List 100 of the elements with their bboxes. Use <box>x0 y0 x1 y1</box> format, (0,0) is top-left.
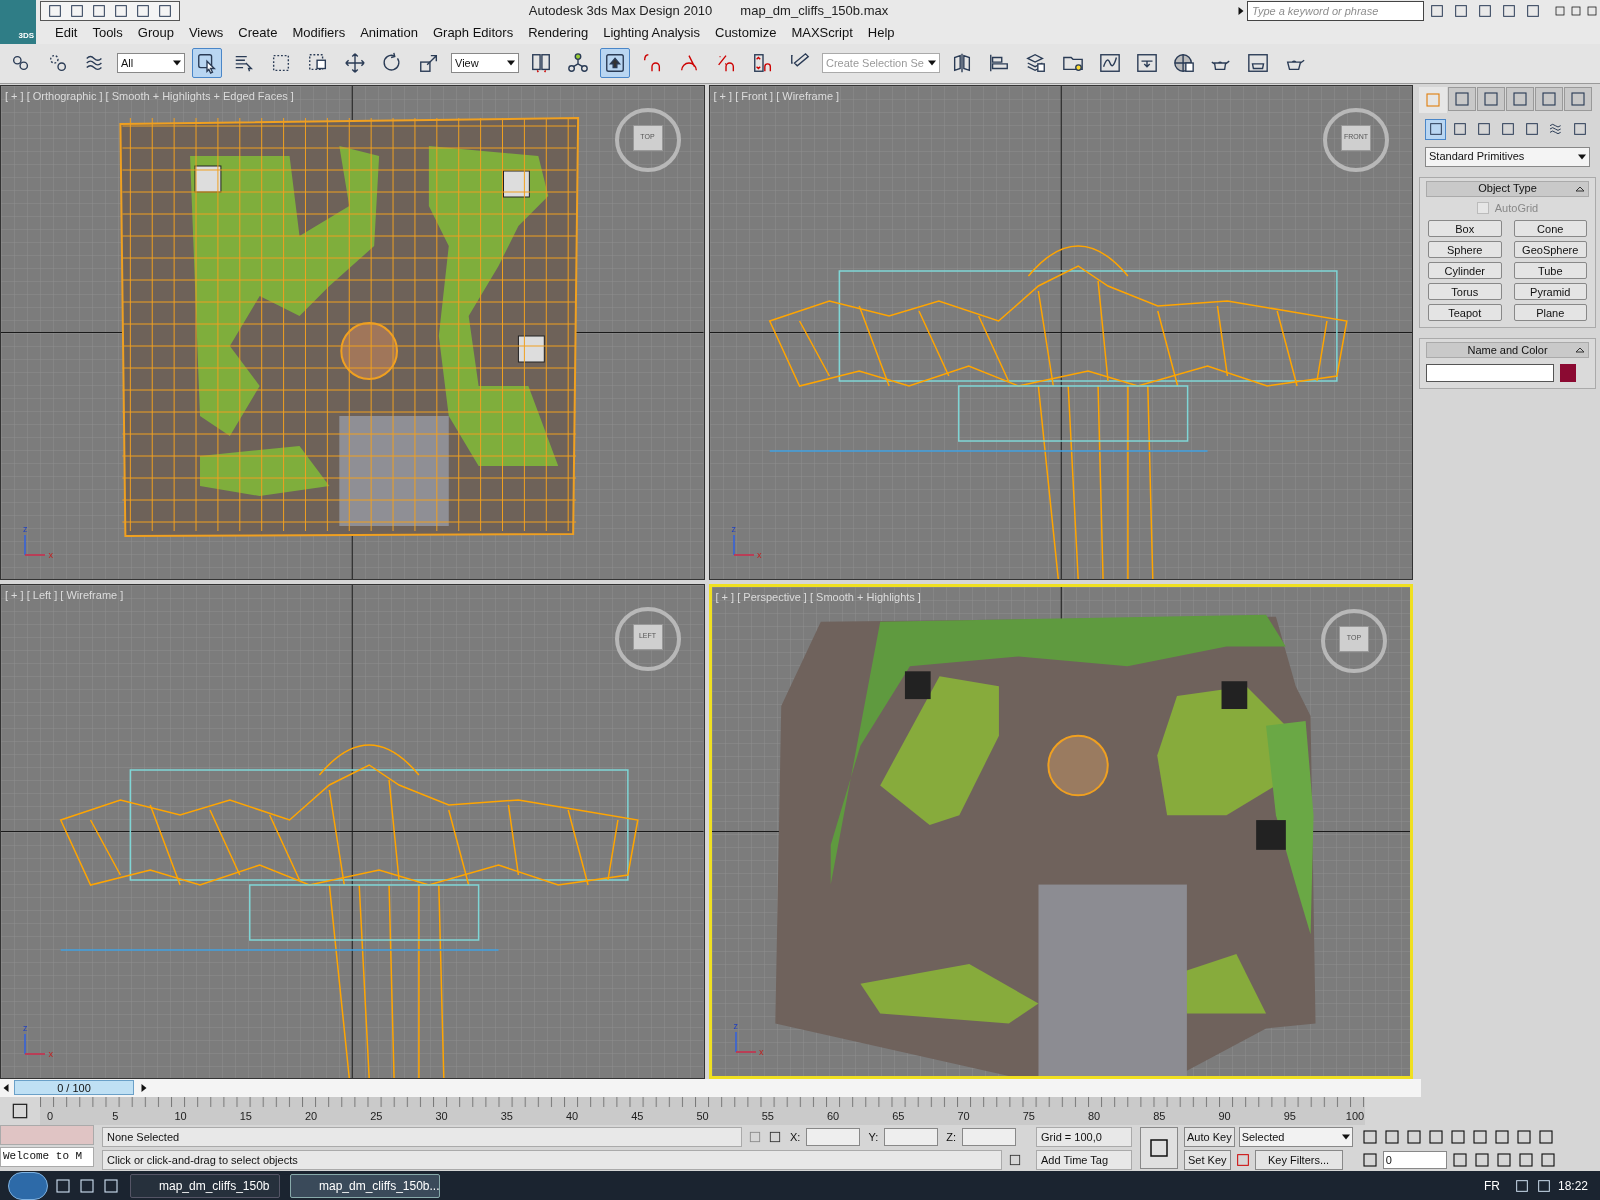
caret-icon[interactable] <box>173 59 181 68</box>
coordinate-field[interactable] <box>806 1128 861 1147</box>
dropdown-value: View <box>455 55 479 71</box>
primitive-button[interactable]: Box <box>1428 220 1502 238</box>
menu-item[interactable]: Group <box>130 23 181 43</box>
node-icon <box>567 52 589 75</box>
maxscript-output[interactable]: Welcome to M <box>0 1147 94 1168</box>
primitive-button[interactable]: Torus <box>1428 283 1502 301</box>
frame-number: 30 <box>434 1108 449 1124</box>
menu-item[interactable]: Create <box>231 23 285 43</box>
caret-icon[interactable] <box>1341 1133 1350 1142</box>
menu-item[interactable]: Graph Editors <box>425 23 521 43</box>
mirror-split-icon <box>530 52 552 75</box>
primitive-button[interactable]: Teapot <box>1428 304 1502 322</box>
menu-item[interactable]: Customize <box>708 23 784 43</box>
panel-tab[interactable] <box>1448 86 1476 111</box>
render-frame-icon <box>1247 52 1269 75</box>
toolbar-button[interactable] <box>600 48 630 79</box>
panel-tab[interactable] <box>1564 86 1592 111</box>
primitive-button[interactable]: Tube <box>1513 262 1587 280</box>
caret-icon[interactable] <box>928 59 936 68</box>
category-button[interactable] <box>1425 118 1446 140</box>
frame-number: 90 <box>1217 1108 1232 1124</box>
previous-arrow[interactable] <box>2 1083 10 1092</box>
menu-item[interactable]: Help <box>860 23 902 43</box>
primitive-button[interactable]: Cylinder <box>1428 262 1502 280</box>
move-icon <box>344 52 366 75</box>
start-button[interactable] <box>8 1171 48 1200</box>
axis-label: z <box>731 522 736 536</box>
dropdown-value: Standard Primitives <box>1429 149 1525 165</box>
panel-tab[interactable] <box>1506 86 1534 111</box>
color-swatch[interactable] <box>1560 364 1576 383</box>
dropdown[interactable]: Selected <box>1238 1127 1353 1148</box>
menu-item[interactable]: Edit <box>48 23 85 43</box>
frame-number: 85 <box>1152 1108 1167 1124</box>
clock[interactable]: 18:22 <box>1557 1176 1588 1195</box>
rollout-header[interactable]: Name and Color <box>1426 342 1589 359</box>
set-key-button[interactable]: Set Key <box>1184 1150 1231 1171</box>
frame-field[interactable]: 0 <box>1382 1151 1447 1170</box>
caret-icon[interactable] <box>1578 152 1586 161</box>
taskbar-button[interactable]: map_dm_cliffs_150b <box>130 1173 280 1198</box>
panel-tab[interactable] <box>1535 86 1563 111</box>
coordinate-label: X: <box>790 1130 801 1146</box>
axis-label: z <box>23 1021 28 1035</box>
app-menu-button[interactable]: 3DS <box>0 0 36 44</box>
axis-label: x <box>48 1048 53 1062</box>
coordinate-field[interactable] <box>884 1128 939 1147</box>
time-slider-thumb[interactable]: 0 / 100 <box>14 1080 134 1096</box>
maxscript-input[interactable] <box>0 1125 94 1146</box>
primitive-button[interactable]: Cone <box>1513 220 1587 238</box>
coordinate-label: Y: <box>868 1130 879 1146</box>
frame-number: 10 <box>173 1108 188 1124</box>
layers-icon <box>1025 52 1047 75</box>
caret-icon[interactable] <box>507 59 515 68</box>
key-button[interactable] <box>1140 1127 1178 1170</box>
dropdown[interactable]: All <box>117 53 185 74</box>
dropdown[interactable]: Standard Primitives <box>1425 146 1590 167</box>
primitive-button[interactable]: GeoSphere <box>1513 241 1587 259</box>
coordinate-field[interactable] <box>962 1128 1016 1147</box>
menu-item[interactable]: Rendering <box>521 23 596 43</box>
auto-key-button[interactable]: Auto Key <box>1184 1127 1235 1148</box>
menu-item[interactable]: Views <box>181 23 231 43</box>
frame-number: 5 <box>111 1108 120 1124</box>
primitive-button[interactable]: Sphere <box>1428 241 1502 259</box>
key-filters-button[interactable]: Key Filters... <box>1254 1150 1343 1171</box>
language-indicator[interactable]: FR <box>1483 1176 1500 1195</box>
frame-number: 80 <box>1086 1108 1102 1124</box>
dropdown-value: All <box>121 55 134 71</box>
primitive-button[interactable]: Pyramid <box>1513 283 1587 301</box>
frame-number: 20 <box>303 1108 319 1124</box>
frame-number: 60 <box>825 1108 841 1124</box>
primitive-button[interactable]: Plane <box>1513 304 1587 322</box>
next-arrow[interactable] <box>140 1083 148 1092</box>
rollout-header[interactable]: Object Type <box>1426 180 1589 197</box>
frame-number: 70 <box>956 1108 971 1124</box>
panel-tab[interactable] <box>1477 86 1505 111</box>
axis-label: z <box>733 1019 738 1033</box>
axis-label: x <box>759 1046 764 1060</box>
menu-item[interactable]: Tools <box>85 23 130 43</box>
menu-item[interactable]: Animation <box>353 23 425 43</box>
selection-field: None Selected <box>102 1127 742 1148</box>
frame-number: 25 <box>369 1108 384 1124</box>
grid-size: Grid = 100,0 <box>1036 1127 1132 1148</box>
menu-item[interactable]: MAXScript <box>784 23 860 43</box>
toolbar-button[interactable] <box>192 48 222 79</box>
menu-item[interactable]: Modifiers <box>285 23 353 43</box>
frame-number: 45 <box>630 1108 645 1124</box>
taskbar-button[interactable]: map_dm_cliffs_150b... <box>290 1173 440 1198</box>
dropdown[interactable]: View <box>451 53 519 74</box>
menu-item[interactable]: Lighting Analysis <box>596 23 707 43</box>
expand-arrow[interactable] <box>1237 6 1245 15</box>
time-tag-button[interactable]: Add Time Tag <box>1036 1150 1132 1171</box>
coordinate-label: Z: <box>946 1130 956 1146</box>
collapse-icon[interactable] <box>1576 346 1584 355</box>
curve-editor-icon <box>1099 52 1121 75</box>
scale-icon <box>418 52 440 75</box>
collapse-icon[interactable] <box>1576 184 1584 193</box>
schematic-icon <box>1136 52 1158 75</box>
search-field[interactable]: Type a keyword or phrase <box>1247 0 1424 21</box>
name-field[interactable] <box>1426 364 1554 383</box>
